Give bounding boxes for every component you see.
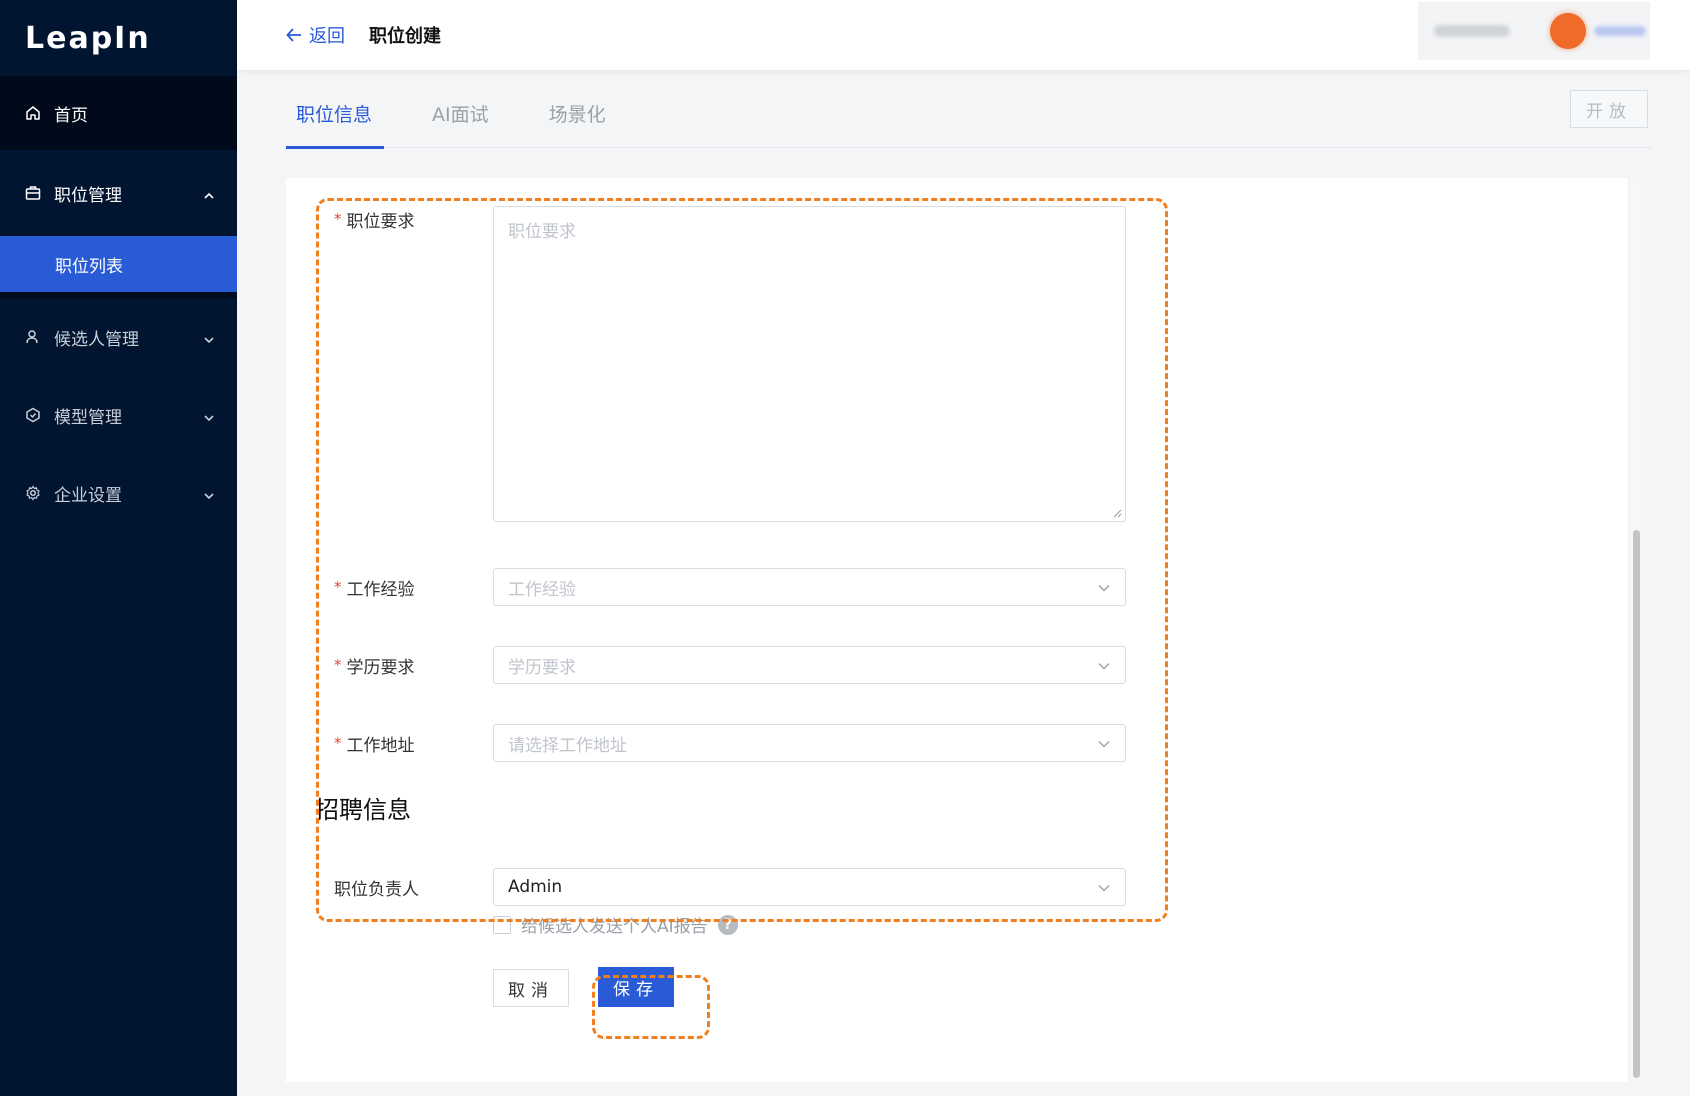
sidebar-item-job-management[interactable]: 职位管理 [0, 150, 237, 236]
app-logo: LeapIn [25, 20, 151, 56]
open-button[interactable]: 开放 [1570, 90, 1648, 128]
home-icon [24, 104, 42, 122]
top-bar: 返回 职位创建 [237, 0, 1690, 70]
settings-icon [24, 484, 42, 502]
model-icon [24, 406, 42, 424]
cancel-button[interactable]: 取消 [493, 969, 569, 1007]
back-label: 返回 [309, 26, 345, 47]
highlight-box-form-fields [316, 198, 1168, 922]
page-title: 职位创建 [369, 26, 441, 47]
tab-ai-interview[interactable]: AI面试 [422, 86, 501, 148]
user-icon [24, 328, 42, 346]
briefcase-icon [24, 184, 42, 202]
sidebar-item-job-list[interactable]: 职位列表 [0, 236, 237, 292]
user-menu[interactable] [1418, 2, 1650, 60]
chevron-down-icon [203, 331, 215, 344]
blurred-company-name [1434, 25, 1510, 37]
sidebar: LeapIn 首页 职位管理 职位列表 候选人管理 模型管理 企业设置 [0, 0, 237, 1096]
scrollbar-thumb[interactable] [1633, 530, 1640, 1078]
chevron-down-icon [203, 487, 215, 500]
arrow-left-icon [286, 28, 301, 42]
sidebar-item-label: 企业设置 [54, 485, 122, 506]
sidebar-item-model-management[interactable]: 模型管理 [0, 376, 237, 454]
sidebar-item-enterprise-settings[interactable]: 企业设置 [0, 454, 237, 532]
tab-job-info[interactable]: 职位信息 [286, 86, 385, 149]
sidebar-item-label: 首页 [54, 105, 88, 126]
chevron-up-icon [203, 187, 215, 199]
tab-bar: 职位信息 AI面试 场景化 [286, 86, 1652, 149]
sidebar-item-home[interactable]: 首页 [0, 76, 237, 150]
chevron-down-icon [203, 409, 215, 422]
sidebar-item-candidate-management[interactable]: 候选人管理 [0, 298, 237, 376]
sidebar-group-job-management: 职位管理 职位列表 [0, 150, 237, 298]
blurred-user-name [1594, 26, 1646, 36]
sidebar-item-label: 模型管理 [54, 407, 122, 428]
back-button[interactable]: 返回 [285, 22, 345, 48]
tab-scenario[interactable]: 场景化 [539, 86, 618, 148]
highlight-box-save [592, 975, 710, 1039]
sidebar-item-label: 候选人管理 [54, 329, 139, 350]
avatar [1550, 13, 1586, 49]
sidebar-item-label: 职位管理 [54, 185, 122, 206]
